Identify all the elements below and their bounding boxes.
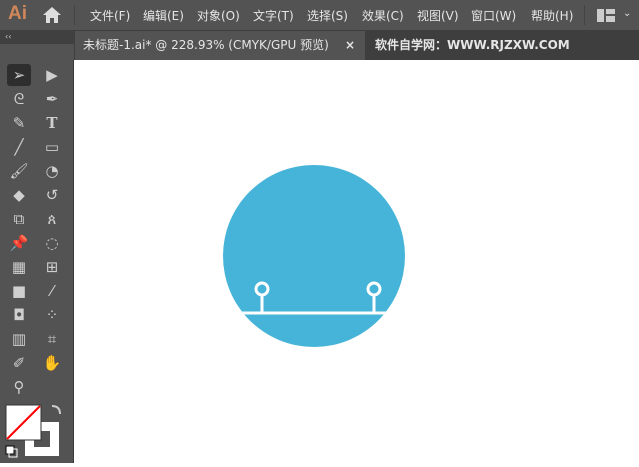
symbol-sprayer-tool-icon[interactable]: ⁘ bbox=[40, 304, 64, 326]
pen-tool-icon[interactable]: ✒ bbox=[40, 88, 64, 110]
menu-bar: Ai 文件(F) 编辑(E) 对象(O) 文字(T) 选择(S) 效果(C) 视… bbox=[0, 0, 639, 30]
column-graph-tool-icon[interactable]: ▥ bbox=[7, 328, 31, 350]
app-logo: Ai bbox=[8, 3, 27, 24]
fill-stroke-swatches[interactable] bbox=[0, 400, 74, 463]
pin-tool-icon[interactable]: 📌 bbox=[7, 232, 31, 254]
free-transform-tool-icon[interactable]: ◌ bbox=[40, 232, 64, 254]
eyedropper-tool-icon[interactable]: ⁄ bbox=[40, 280, 64, 302]
rotate-tool-icon[interactable]: ↺ bbox=[40, 184, 64, 206]
scale-tool-icon[interactable]: ⧉ bbox=[7, 208, 31, 230]
watermark-text: 软件自学网：WWW.RJZXW.COM bbox=[375, 38, 570, 52]
blue-circle bbox=[223, 165, 405, 347]
eraser-tool-icon[interactable]: ◆ bbox=[7, 184, 31, 206]
type-tool-icon[interactable]: T bbox=[40, 112, 64, 134]
blend-tool-icon[interactable]: ◘ bbox=[7, 304, 31, 326]
document-tab-title: 未标题-1.ai* @ 228.93% (CMYK/GPU 预览) bbox=[83, 38, 329, 52]
collapse-panel-button[interactable]: ‹‹ bbox=[0, 30, 74, 44]
shaper-tool-icon[interactable]: ◔ bbox=[40, 160, 64, 182]
rectangle-tool-icon[interactable]: ▭ bbox=[40, 136, 64, 158]
tools-panel: ➢ ▶ ᘓ ✒ ✎ T ╱ ▭ 🖌 ◔ ◆ ↺ ⧉ ጰ 📌 ◌ ▦ ⊞ ■ ⁄ … bbox=[0, 60, 74, 463]
document-tab[interactable]: 未标题-1.ai* @ 228.93% (CMYK/GPU 预览) × bbox=[75, 31, 365, 60]
canvas[interactable] bbox=[75, 60, 639, 463]
menu-edit[interactable]: 编辑(E) bbox=[143, 7, 184, 24]
menu-view[interactable]: 视图(V) bbox=[417, 7, 459, 24]
menu-file[interactable]: 文件(F) bbox=[90, 7, 130, 24]
menu-type[interactable]: 文字(T) bbox=[253, 7, 294, 24]
selection-tool-icon[interactable]: ➢ bbox=[7, 64, 31, 86]
menu-select[interactable]: 选择(S) bbox=[307, 7, 348, 24]
menu-window[interactable]: 窗口(W) bbox=[471, 7, 516, 24]
artwork bbox=[223, 165, 405, 347]
zoom-tool-icon[interactable]: ⚲ bbox=[7, 376, 31, 398]
paintbrush-tool-icon[interactable]: 🖌 bbox=[7, 160, 31, 182]
workspace-switcher-icon[interactable] bbox=[597, 9, 615, 22]
home-icon[interactable] bbox=[42, 6, 62, 24]
slice-tool-icon[interactable]: ✐ bbox=[7, 352, 31, 374]
close-tab-button[interactable]: × bbox=[345, 31, 355, 60]
gradient-tool-icon[interactable]: ■ bbox=[7, 280, 31, 302]
line-tool-icon[interactable]: ╱ bbox=[7, 136, 31, 158]
direct-selection-tool-icon[interactable]: ▶ bbox=[40, 64, 64, 86]
menu-effect[interactable]: 效果(C) bbox=[362, 7, 404, 24]
perspective-grid-tool-icon[interactable]: ▦ bbox=[7, 256, 31, 278]
artboard-tool-icon[interactable]: ⌗ bbox=[40, 328, 64, 350]
lasso-tool-icon[interactable]: ᘓ bbox=[7, 88, 31, 110]
chevron-down-icon[interactable]: ⌄ bbox=[623, 8, 631, 19]
menu-object[interactable]: 对象(O) bbox=[197, 7, 240, 24]
menu-help[interactable]: 帮助(H) bbox=[531, 7, 573, 24]
hand-tool-icon[interactable]: ✋ bbox=[40, 352, 64, 374]
panel-grip[interactable] bbox=[0, 44, 74, 60]
puppet-warp-tool-icon[interactable]: ጰ bbox=[40, 208, 64, 230]
curvature-tool-icon[interactable]: ✎ bbox=[7, 112, 31, 134]
mesh-tool-icon[interactable]: ⊞ bbox=[40, 256, 64, 278]
